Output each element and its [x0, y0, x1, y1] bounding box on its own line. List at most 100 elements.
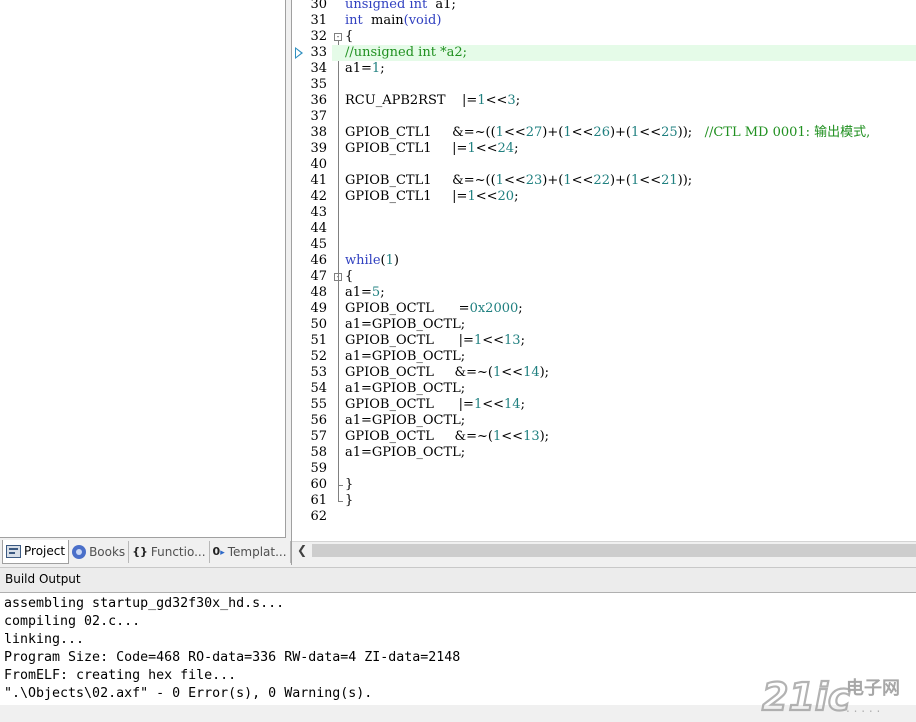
code-line[interactable]: unsigned int a1;	[345, 0, 916, 13]
code-area[interactable]: unsigned int a1; int main(void){//unsigne…	[345, 0, 916, 541]
code-text: GPIOB_CTL1 |=	[345, 141, 468, 156]
code-number: 14	[504, 397, 521, 412]
tab-functions[interactable]: {} Functio...	[129, 540, 210, 563]
code-line[interactable]: a1=GPIOB_OCTL;	[345, 349, 916, 365]
line-number: 51	[310, 333, 327, 348]
code-text: ;	[514, 189, 519, 204]
code-text: {	[345, 269, 354, 284]
code-text: <<	[571, 125, 594, 140]
code-line[interactable]: GPIOB_OCTL &=~(1<<14);	[345, 365, 916, 381]
code-text: a1=GPIOB_OCTL;	[345, 413, 466, 428]
code-text: main	[362, 13, 404, 28]
code-text: GPIOB_CTL1 &=~((	[345, 125, 496, 140]
code-line[interactable]	[345, 157, 916, 173]
functions-icon: {}	[132, 545, 148, 558]
code-line[interactable]: while(1)	[345, 253, 916, 269]
line-number: 32	[310, 29, 327, 44]
code-line[interactable]	[345, 237, 916, 253]
line-number: 36	[310, 93, 327, 108]
project-panel-tabs: Project Books{} Functio... 0▸ Templat...	[0, 537, 291, 565]
code-line[interactable]: a1=GPIOB_OCTL;	[345, 445, 916, 461]
line-number: 59	[310, 461, 327, 476]
code-line[interactable]: GPIOB_CTL1 &=~((1<<23)+(1<<22)+(1<<21));	[345, 173, 916, 189]
code-number: 1	[495, 125, 504, 140]
code-text: GPIOB_CTL1 &=~((	[345, 173, 496, 188]
tab-books[interactable]: Books	[69, 540, 130, 563]
code-line[interactable]: a1=5;	[345, 285, 916, 301]
code-number: 1	[467, 189, 476, 204]
code-number: 1	[495, 173, 504, 188]
code-line[interactable]: GPIOB_OCTL &=~(1<<13);	[345, 429, 916, 445]
code-number: 5	[371, 285, 381, 300]
line-number: 52	[310, 349, 327, 364]
code-line[interactable]: }	[345, 477, 916, 493]
code-text: <<	[482, 333, 505, 348]
tab-project[interactable]: Project	[2, 539, 70, 564]
code-text: );	[539, 365, 550, 380]
code-number: 13	[523, 429, 540, 444]
code-text: <<	[503, 173, 526, 188]
code-line[interactable]: GPIOB_CTL1 |=1<<20;	[345, 189, 916, 205]
code-line[interactable]: GPIOB_OCTL =0x2000;	[345, 301, 916, 317]
code-line[interactable]	[345, 77, 916, 93]
code-line[interactable]: a1=GPIOB_OCTL;	[345, 413, 916, 429]
build-output-title: Build Output	[0, 567, 916, 592]
code-line[interactable]: {	[345, 29, 916, 45]
watermark-logo: 21ic 电子网 . . . . .	[760, 672, 910, 720]
code-text: GPIOB_CTL1 |=	[345, 189, 468, 204]
code-text: ;	[518, 301, 523, 316]
code-text: ));	[677, 125, 705, 140]
code-line[interactable]	[345, 205, 916, 221]
tab-templates[interactable]: 0▸ Templat...	[210, 540, 291, 563]
scroll-left-arrow-icon[interactable]: ❮	[294, 542, 310, 559]
code-line[interactable]: GPIOB_CTL1 |=1<<24;	[345, 141, 916, 157]
current-line-highlight	[332, 45, 345, 61]
line-number: 30	[310, 0, 327, 12]
line-number: 54	[310, 381, 327, 396]
line-number: 35	[310, 77, 327, 92]
code-text: <<	[475, 141, 498, 156]
code-line[interactable]: a1=GPIOB_OCTL;	[345, 317, 916, 333]
line-number: 53	[310, 365, 327, 380]
editor-horizontal-scrollbar[interactable]: ❮	[292, 541, 916, 559]
build-output-line: assembling startup_gd32f30x_hd.s...	[4, 596, 285, 611]
code-text: ;	[520, 397, 525, 412]
code-text: a1=	[345, 61, 372, 76]
line-number: 38	[310, 125, 327, 140]
code-text: GPIOB_OCTL |=	[345, 397, 474, 412]
line-number: 62	[310, 509, 327, 524]
scrollbar-thumb[interactable]	[312, 544, 916, 557]
code-line[interactable]: RCU_APB2RST |=1<<3;	[345, 93, 916, 109]
code-line[interactable]: a1=GPIOB_OCTL;	[345, 381, 916, 397]
fold-toggle-icon[interactable]: -	[334, 33, 342, 41]
code-line[interactable]	[345, 221, 916, 237]
line-number: 40	[310, 157, 327, 172]
line-number: 50	[310, 317, 327, 332]
code-number: 24	[497, 141, 515, 156]
code-text: ));	[677, 173, 693, 188]
code-text: <<	[571, 173, 594, 188]
code-line[interactable]: }	[345, 493, 916, 509]
code-line[interactable]: //unsigned int *a2;	[345, 45, 916, 61]
code-line[interactable]: a1=1;	[345, 61, 916, 77]
code-line[interactable]: {	[345, 269, 916, 285]
code-number: 21	[661, 173, 678, 188]
build-output-line: Program Size: Code=468 RO-data=336 RW-da…	[4, 650, 461, 665]
line-number: 61	[310, 493, 327, 508]
line-number: 60	[310, 477, 327, 492]
code-editor[interactable]: 30 31 32 33 34 35 36 37 38 39 40 41 42 43 44 45 46 47 48 49…	[292, 0, 916, 541]
code-line[interactable]: GPIOB_OCTL |=1<<14;	[345, 397, 916, 413]
code-keyword: int	[345, 13, 363, 28]
code-line[interactable]	[345, 509, 916, 525]
code-line[interactable]	[345, 109, 916, 125]
tab-label: Books	[89, 544, 126, 559]
code-number: 14	[523, 365, 540, 380]
code-line[interactable]: GPIOB_OCTL |=1<<13;	[345, 333, 916, 349]
code-text: a1=	[345, 285, 372, 300]
code-line[interactable]: GPIOB_CTL1 &=~((1<<27)+(1<<26)+(1<<25));…	[345, 125, 916, 141]
code-line[interactable]: int main(void)	[345, 13, 916, 29]
code-keyword: unsigned int	[345, 0, 428, 12]
code-line[interactable]	[345, 461, 916, 477]
line-number: 42	[310, 189, 327, 204]
code-number: 1	[467, 141, 476, 156]
